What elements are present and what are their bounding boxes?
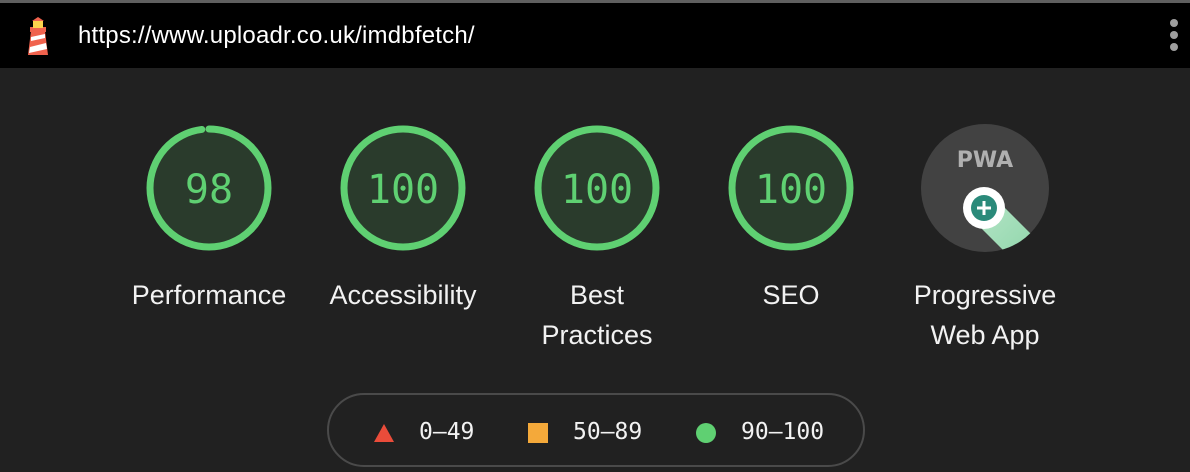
score-value: 100: [367, 167, 439, 213]
pwa-badge-icon: PWA: [921, 124, 1049, 252]
kebab-menu-icon[interactable]: [1166, 19, 1182, 57]
score-ring: 98: [146, 125, 272, 251]
lighthouse-icon: [28, 17, 48, 55]
page-url[interactable]: https://www.uploadr.co.uk/imdbfetch/: [78, 22, 475, 50]
score-value: 100: [561, 167, 633, 213]
pwa-badge-text: PWA: [957, 148, 1013, 173]
score-legend: 0–49 50–89 90–100: [327, 393, 865, 467]
score-ring: 100: [534, 125, 660, 251]
legend-fail-range: 0–49: [419, 419, 475, 445]
legend-pass-range: 90–100: [741, 419, 825, 445]
score-value: 98: [185, 167, 233, 213]
triangle-icon: [374, 424, 394, 442]
category-label: Progressive Web App: [913, 280, 1057, 350]
gauge-pwa[interactable]: PWA Progressive Web App: [865, 123, 1105, 355]
score-value: 100: [755, 167, 827, 213]
score-ring: 100: [340, 125, 466, 251]
url-bar: https://www.uploadr.co.uk/imdbfetch/: [0, 3, 1190, 68]
square-icon: [528, 423, 548, 443]
legend-average-range: 50–89: [573, 419, 643, 445]
circle-icon: [696, 423, 716, 443]
score-ring: 100: [728, 125, 854, 251]
